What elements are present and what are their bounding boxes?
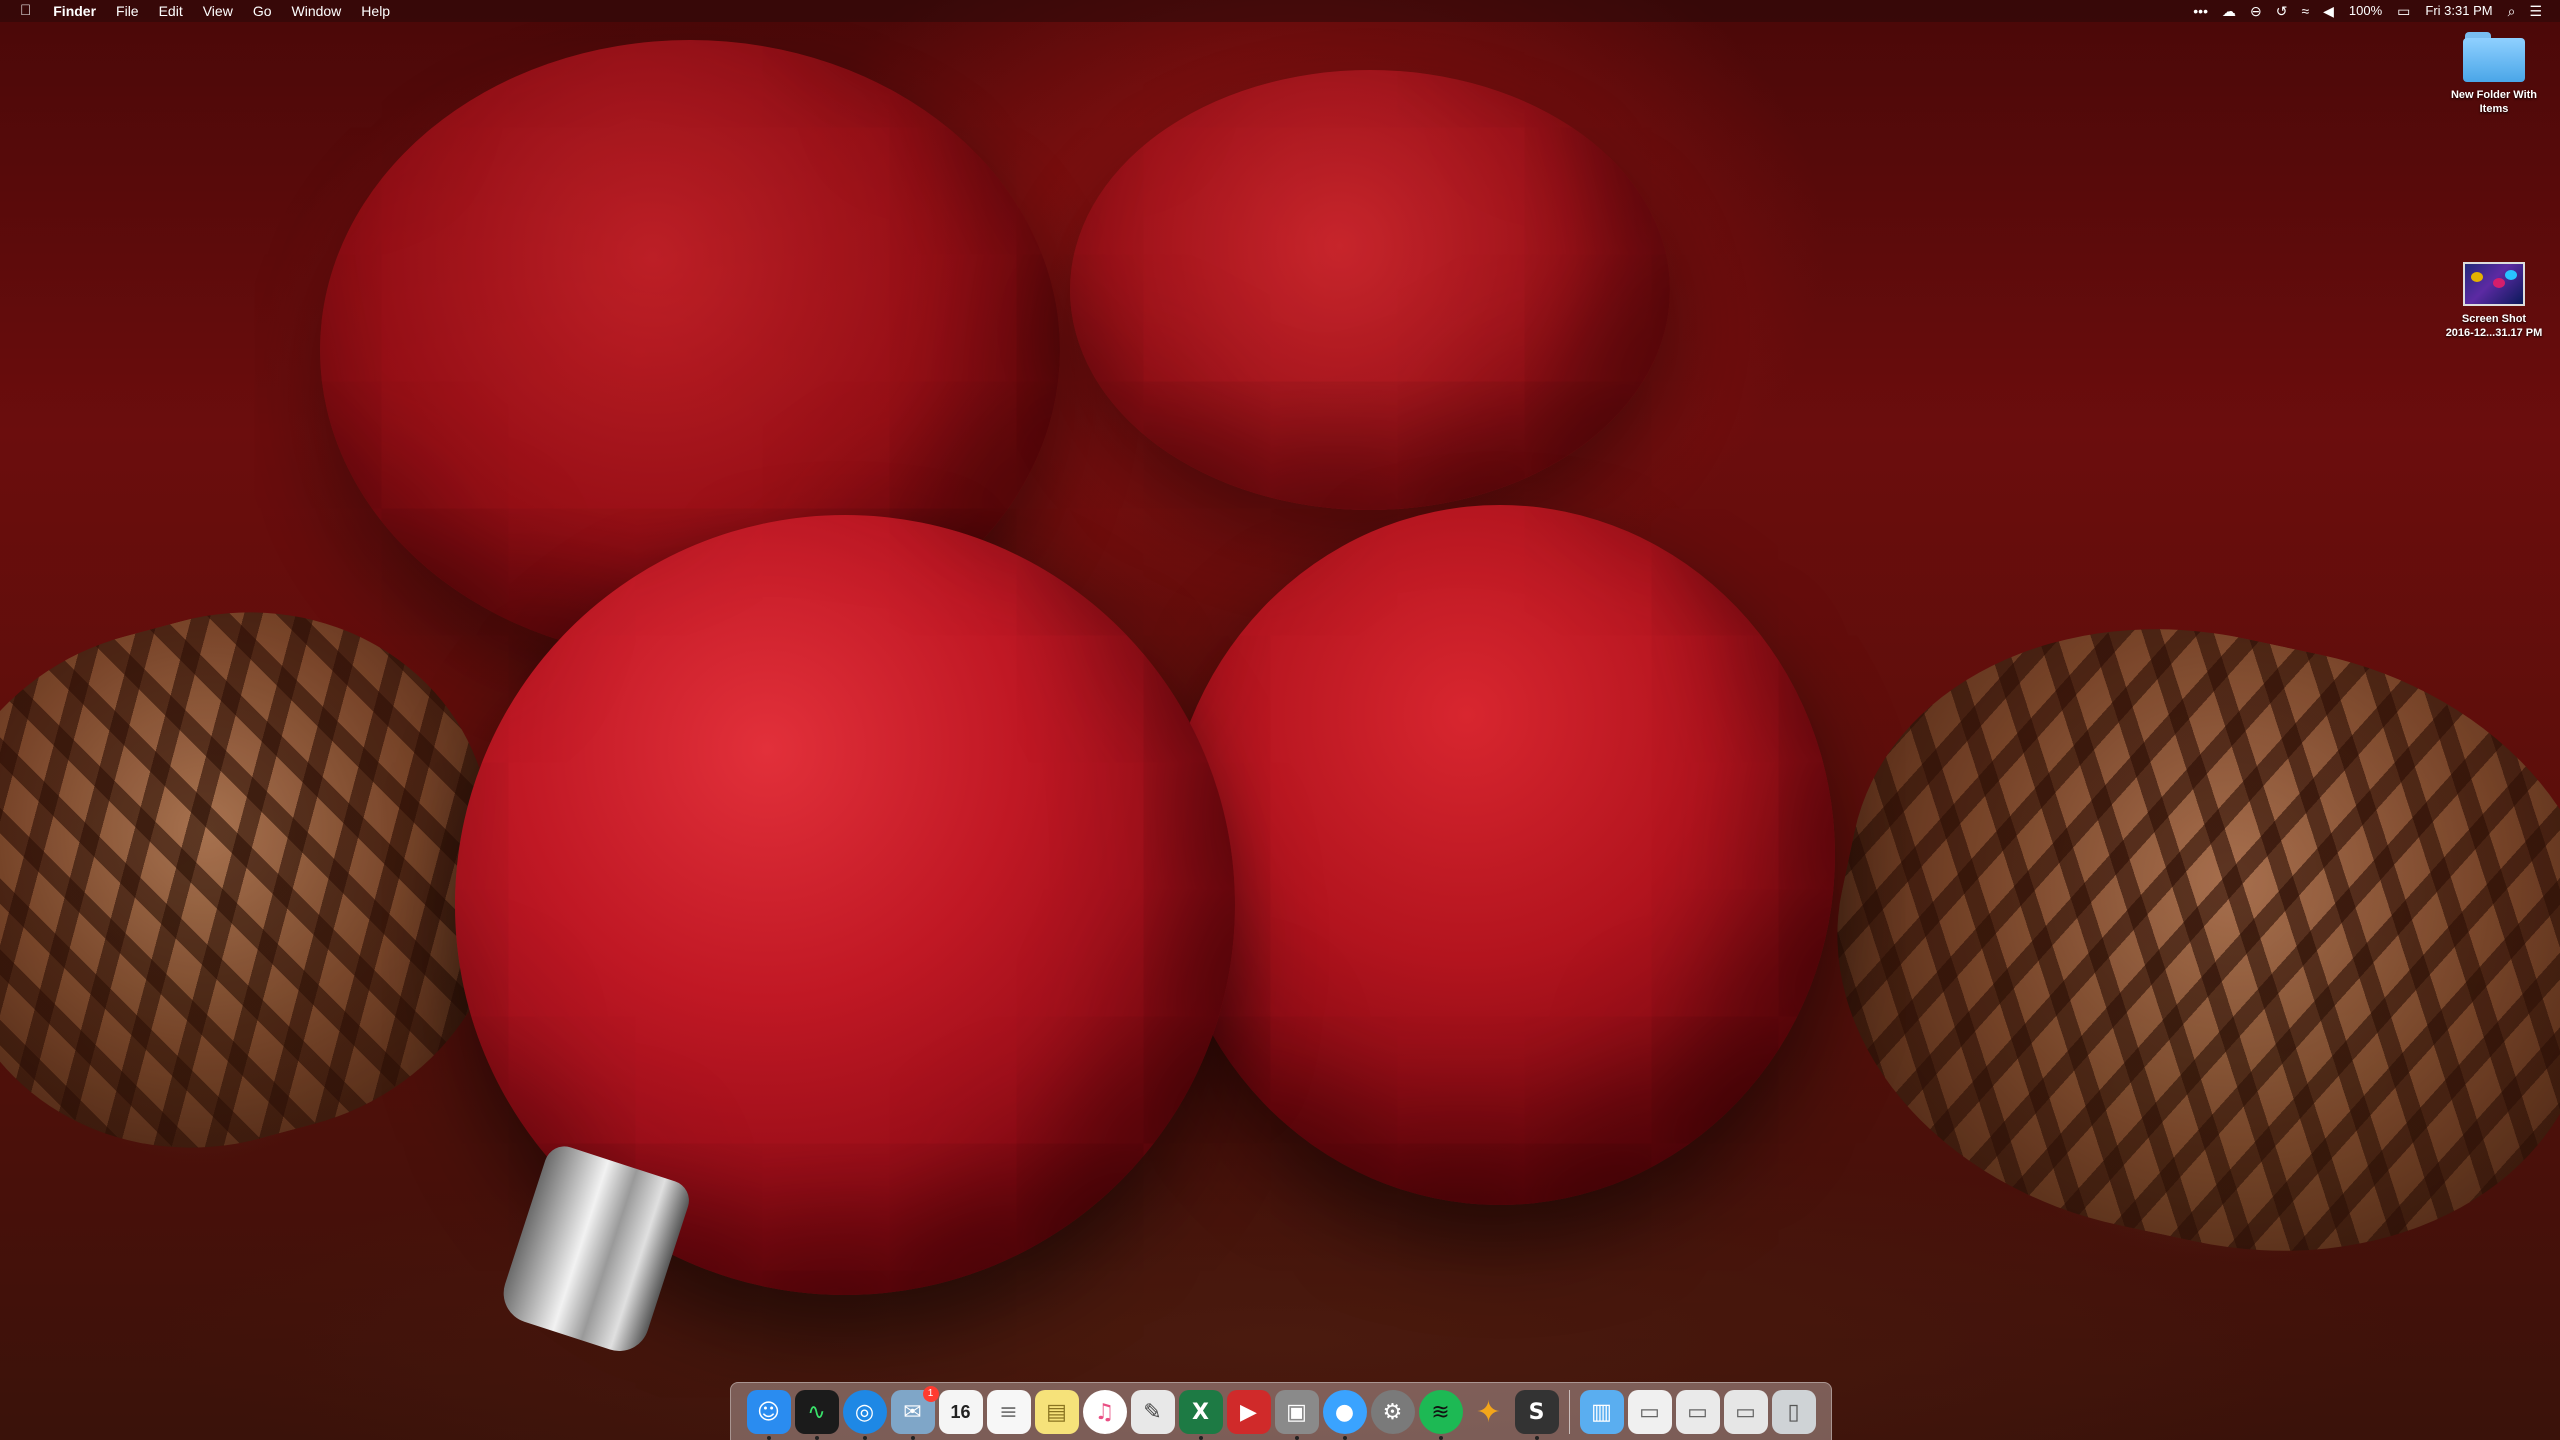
dock-calendar-icon[interactable]: 16 (938, 1390, 983, 1434)
dock-activity-monitor-icon[interactable]: ∿ (794, 1390, 839, 1440)
menu-go[interactable]: Go (243, 0, 282, 22)
dock-safari-icon[interactable]: ◎ (842, 1390, 887, 1440)
menu-help[interactable]: Help (351, 0, 400, 22)
dock-archive-utility-icon[interactable]: ▣ (1274, 1390, 1319, 1440)
menu-view[interactable]: View (193, 0, 243, 22)
app-menu-finder[interactable]: Finder (43, 0, 106, 22)
dock-system-preferences-icon[interactable]: ⚙ (1370, 1390, 1415, 1434)
wallpaper-ornament (1165, 505, 1835, 1205)
battery-percent[interactable]: 100% (2341, 0, 2390, 22)
menu-edit[interactable]: Edit (149, 0, 193, 22)
apple-menu-icon[interactable]:  (0, 0, 43, 22)
dock-pdf-reader-icon[interactable]: ▶ (1226, 1390, 1271, 1434)
dock-scrivener-icon[interactable]: S (1514, 1390, 1559, 1440)
menu-bar-status-area: ••• ☁ ⊖ ↺ ≈ ◀ 100% ▭ Fri 3:31 PM ⌕ ☰ (2186, 0, 2560, 22)
time-machine-icon[interactable]: ↺ (2269, 0, 2295, 22)
desktop-wallpaper:  Finder File Edit View Go Window Help •… (0, 0, 2560, 1440)
notification-center-icon[interactable]: ☰ (2522, 0, 2560, 22)
dock: ☺ ∿ ◎ ✉ 1 16 ≡ ▤ ♫ ✎ X ▶ ▣ ● ⚙ ≋ ✦ S ▥ ▭… (730, 1382, 1832, 1440)
wifi-icon[interactable]: ≈ (2294, 0, 2316, 22)
dock-trash-icon[interactable]: ▯ (1771, 1390, 1816, 1434)
dock-reminders-icon[interactable]: ≡ (986, 1390, 1031, 1434)
menu-bar-left:  Finder File Edit View Go Window Help (0, 0, 400, 22)
menu-file[interactable]: File (106, 0, 149, 22)
mail-badge: 1 (922, 1386, 939, 1402)
cloud-icon[interactable]: ☁ (2215, 0, 2243, 22)
desktop-item-label: New Folder With Items (2450, 89, 2538, 115)
wallpaper-pinecone (1785, 567, 2560, 1313)
desktop-item-label: Screen Shot 2016-12...31.17 PM (2445, 313, 2543, 339)
menu-clock[interactable]: Fri 3:31 PM (2417, 0, 2500, 22)
dock-spotify-icon[interactable]: ≋ (1418, 1390, 1463, 1440)
dock-applications-folder-icon[interactable]: ▥ (1579, 1390, 1624, 1434)
dock-tes-icon[interactable]: ✦ (1467, 1390, 1511, 1434)
menu-window[interactable]: Window (282, 0, 352, 22)
more-icon[interactable]: ••• (2186, 0, 2215, 22)
folder-icon (2463, 32, 2525, 82)
battery-icon[interactable]: ▭ (2390, 0, 2417, 22)
dock-textedit-icon[interactable]: ✎ (1130, 1390, 1175, 1434)
do-not-disturb-icon[interactable]: ⊖ (2243, 0, 2269, 22)
dock-documents-stack-icon[interactable]: ▭ (1675, 1390, 1720, 1434)
desktop-item-screenshot[interactable]: Screen Shot 2016-12...31.17 PM (2434, 262, 2554, 340)
dock-desktop-stack-icon[interactable]: ▭ (1723, 1390, 1768, 1434)
dock-messages-icon[interactable]: ● (1322, 1390, 1367, 1440)
dock-excel-icon[interactable]: X (1178, 1390, 1223, 1440)
volume-icon[interactable]: ◀ (2316, 0, 2341, 22)
desktop-item-new-folder[interactable]: New Folder With Items (2434, 32, 2554, 116)
screenshot-thumbnail-icon (2463, 262, 2525, 306)
dock-downloads-stack-icon[interactable]: ▭ (1627, 1390, 1672, 1434)
menu-bar:  Finder File Edit View Go Window Help •… (0, 0, 2560, 22)
dock-mail-icon[interactable]: ✉ 1 (890, 1386, 939, 1440)
calendar-date: 16 (950, 1401, 971, 1422)
wallpaper-ornament (1070, 70, 1670, 510)
mail-icon: ✉ (903, 1399, 922, 1425)
spotlight-search-icon[interactable]: ⌕ (2501, 0, 2523, 22)
dock-notes-icon[interactable]: ▤ (1034, 1390, 1079, 1434)
dock-itunes-icon[interactable]: ♫ (1082, 1390, 1127, 1434)
dock-finder-icon[interactable]: ☺ (746, 1390, 791, 1440)
dock-divider (1568, 1390, 1570, 1434)
